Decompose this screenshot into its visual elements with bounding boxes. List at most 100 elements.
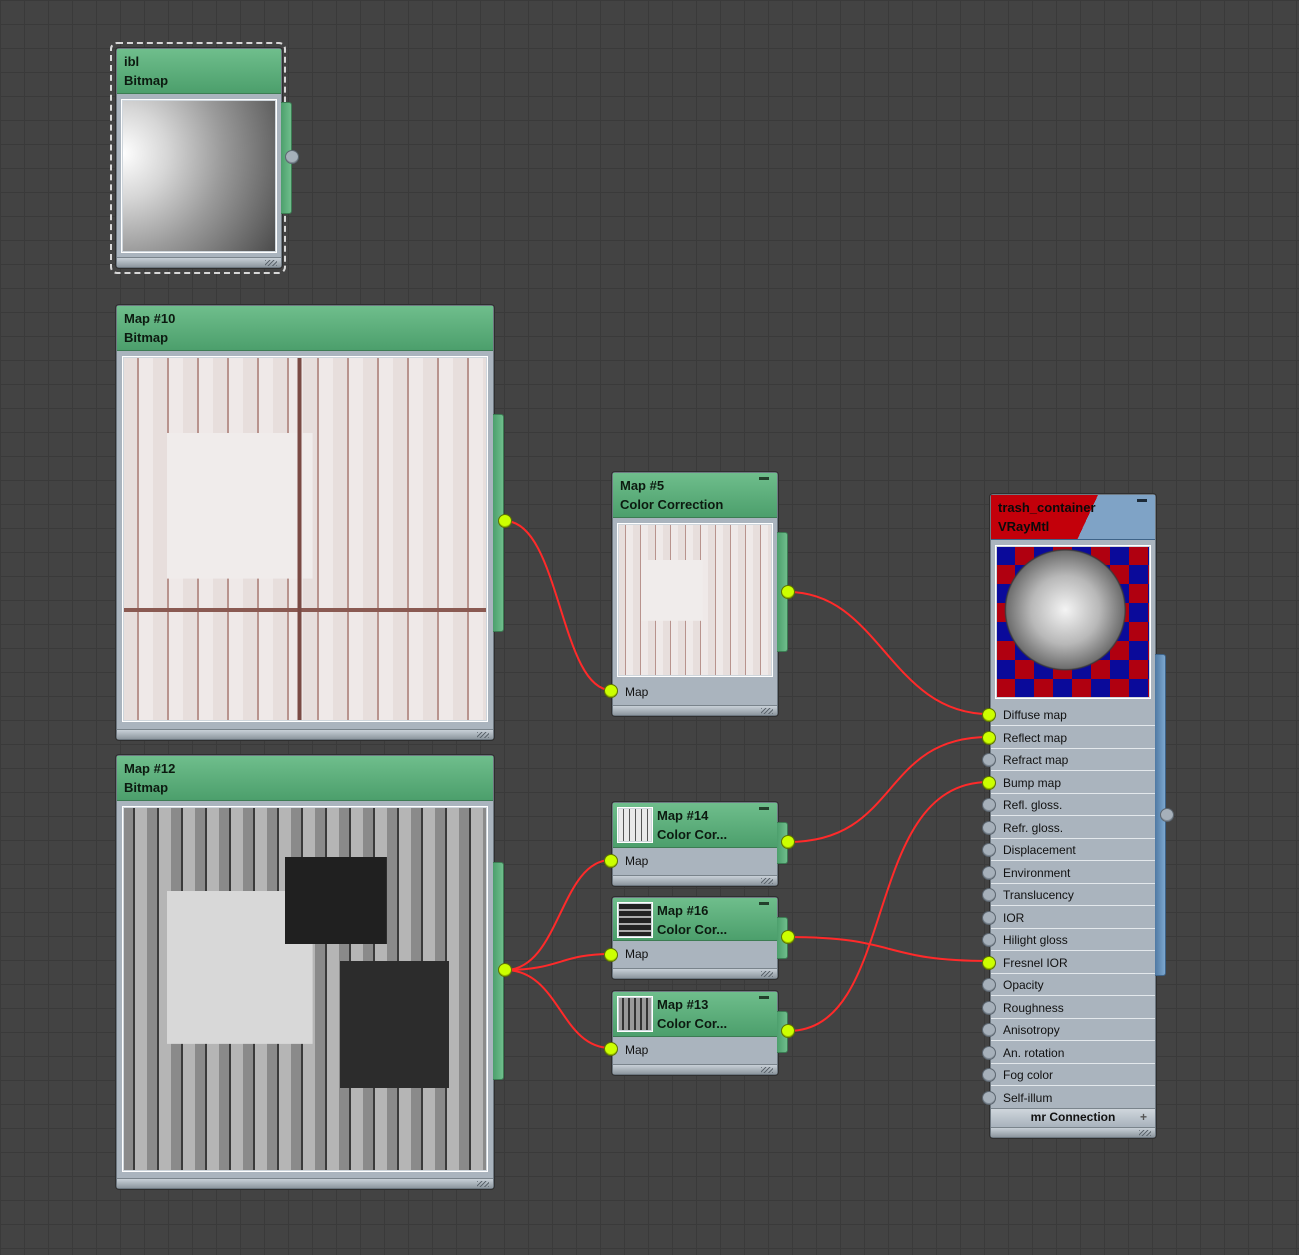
mini-preview — [617, 807, 653, 843]
plus-icon[interactable]: + — [1140, 1109, 1147, 1125]
input-socket[interactable] — [982, 1045, 996, 1060]
node-type: Bitmap — [124, 330, 169, 345]
resize-grip[interactable] — [761, 971, 773, 977]
material-slot[interactable]: Bump map — [991, 772, 1155, 794]
node-header[interactable]: ibl Bitmap — [117, 49, 281, 94]
node-type: Color Correction — [620, 497, 724, 512]
resize-grip[interactable] — [477, 1181, 489, 1187]
slot-label: Map — [625, 685, 649, 699]
input-socket[interactable] — [982, 1000, 996, 1015]
node-map14[interactable]: Map #14 Color Cor... Map — [612, 802, 778, 886]
node-ibl[interactable]: ibl Bitmap — [116, 48, 282, 268]
bitmap-preview — [121, 99, 277, 253]
output-socket[interactable] — [285, 150, 299, 164]
mr-connection-rollout[interactable]: mr Connection + — [991, 1108, 1155, 1126]
material-slot[interactable]: Reflect map — [991, 727, 1155, 749]
collapse-icon[interactable] — [759, 807, 769, 810]
input-socket[interactable] — [982, 775, 996, 790]
input-socket[interactable] — [982, 1090, 996, 1105]
node-material[interactable]: trash_container VRayMtl Diffuse map Refle… — [990, 494, 1156, 1138]
input-socket[interactable] — [982, 865, 996, 880]
material-slot[interactable]: Diffuse map — [991, 704, 1155, 726]
slot-map[interactable]: Map — [613, 680, 777, 704]
material-slot[interactable]: Fresnel IOR — [991, 952, 1155, 974]
node-footer — [613, 705, 777, 715]
resize-grip[interactable] — [761, 708, 773, 714]
input-socket[interactable] — [982, 933, 996, 947]
material-slot[interactable]: Refl. gloss. — [991, 794, 1155, 816]
node-footer — [117, 1178, 493, 1188]
material-slot[interactable]: Hilight gloss — [991, 929, 1155, 951]
input-socket[interactable] — [982, 888, 996, 902]
slot-label: Anisotropy — [1003, 1023, 1060, 1037]
resize-grip[interactable] — [477, 732, 489, 738]
slot-label: Refr. gloss. — [1003, 820, 1064, 835]
slot-label: Reflect map — [1003, 730, 1068, 745]
node-map16[interactable]: Map #16 Color Cor... Map — [612, 897, 778, 979]
resize-grip[interactable] — [761, 1067, 773, 1073]
input-socket[interactable] — [604, 684, 618, 698]
wire-map5-to-diffuse — [787, 591, 990, 715]
node-type: VRayMtl — [998, 519, 1050, 534]
input-socket[interactable] — [982, 798, 996, 812]
material-slot[interactable]: Refr. gloss. — [991, 817, 1155, 839]
node-name: Map #5 — [620, 478, 665, 493]
collapse-icon[interactable] — [759, 996, 769, 999]
material-slot[interactable]: Anisotropy — [991, 1019, 1155, 1041]
input-socket[interactable] — [982, 1023, 996, 1037]
slot-map[interactable]: Map — [613, 849, 777, 873]
material-slot[interactable]: Displacement — [991, 839, 1155, 861]
input-socket[interactable] — [982, 843, 996, 857]
node-footer — [117, 729, 493, 739]
input-socket[interactable] — [982, 820, 996, 835]
material-slot[interactable]: An. rotation — [991, 1042, 1155, 1064]
resize-grip[interactable] — [1139, 1130, 1151, 1136]
material-slot[interactable]: Fog color — [991, 1064, 1155, 1086]
collapse-icon[interactable] — [1137, 499, 1147, 502]
material-slot[interactable]: Environment — [991, 862, 1155, 884]
input-socket[interactable] — [982, 910, 996, 925]
node-map10[interactable]: Map #10 Bitmap — [116, 305, 494, 740]
output-socket[interactable] — [498, 514, 512, 528]
collapse-icon[interactable] — [759, 902, 769, 905]
input-socket[interactable] — [982, 1068, 996, 1082]
output-socket[interactable] — [781, 585, 795, 599]
node-name: Map #10 — [124, 311, 176, 326]
node-map12[interactable]: Map #12 Bitmap — [116, 755, 494, 1189]
output-socket[interactable] — [781, 930, 795, 944]
wire-map12-to-map14 — [504, 859, 612, 971]
slot-map[interactable]: Map — [613, 1038, 777, 1062]
input-socket[interactable] — [982, 978, 996, 992]
input-socket[interactable] — [982, 708, 996, 722]
material-slot[interactable]: Self-illum — [991, 1087, 1155, 1109]
wire-map12-to-map13 — [504, 969, 612, 1049]
slot-map[interactable]: Map — [613, 942, 777, 966]
node-header[interactable]: Map #12 Bitmap — [117, 756, 493, 801]
input-socket[interactable] — [604, 1042, 618, 1056]
input-socket[interactable] — [982, 730, 996, 745]
output-socket[interactable] — [781, 1024, 795, 1038]
node-header[interactable]: trash_container VRayMtl — [991, 495, 1155, 540]
output-socket[interactable] — [498, 963, 512, 977]
input-socket[interactable] — [982, 753, 996, 767]
material-slot[interactable]: Translucency — [991, 884, 1155, 906]
input-socket[interactable] — [604, 854, 618, 868]
input-socket[interactable] — [604, 948, 618, 962]
node-map5[interactable]: Map #5 Color Correction Map — [612, 472, 778, 716]
material-slot[interactable]: Refract map — [991, 749, 1155, 771]
node-header[interactable]: Map #10 Bitmap — [117, 306, 493, 351]
resize-grip[interactable] — [265, 260, 277, 266]
output-socket[interactable] — [781, 835, 795, 849]
node-footer — [991, 1127, 1155, 1137]
input-socket[interactable] — [982, 955, 996, 970]
resize-grip[interactable] — [761, 878, 773, 884]
node-header[interactable]: Map #5 Color Correction — [613, 473, 777, 518]
material-slot[interactable]: Roughness — [991, 997, 1155, 1019]
output-socket[interactable] — [1160, 808, 1174, 822]
material-slot[interactable]: IOR — [991, 907, 1155, 929]
node-map13[interactable]: Map #13 Color Cor... Map — [612, 991, 778, 1075]
node-name: Map #16 — [657, 903, 709, 918]
material-slot[interactable]: Opacity — [991, 974, 1155, 996]
wire-map12-to-map16 — [504, 953, 612, 971]
collapse-icon[interactable] — [759, 477, 769, 480]
